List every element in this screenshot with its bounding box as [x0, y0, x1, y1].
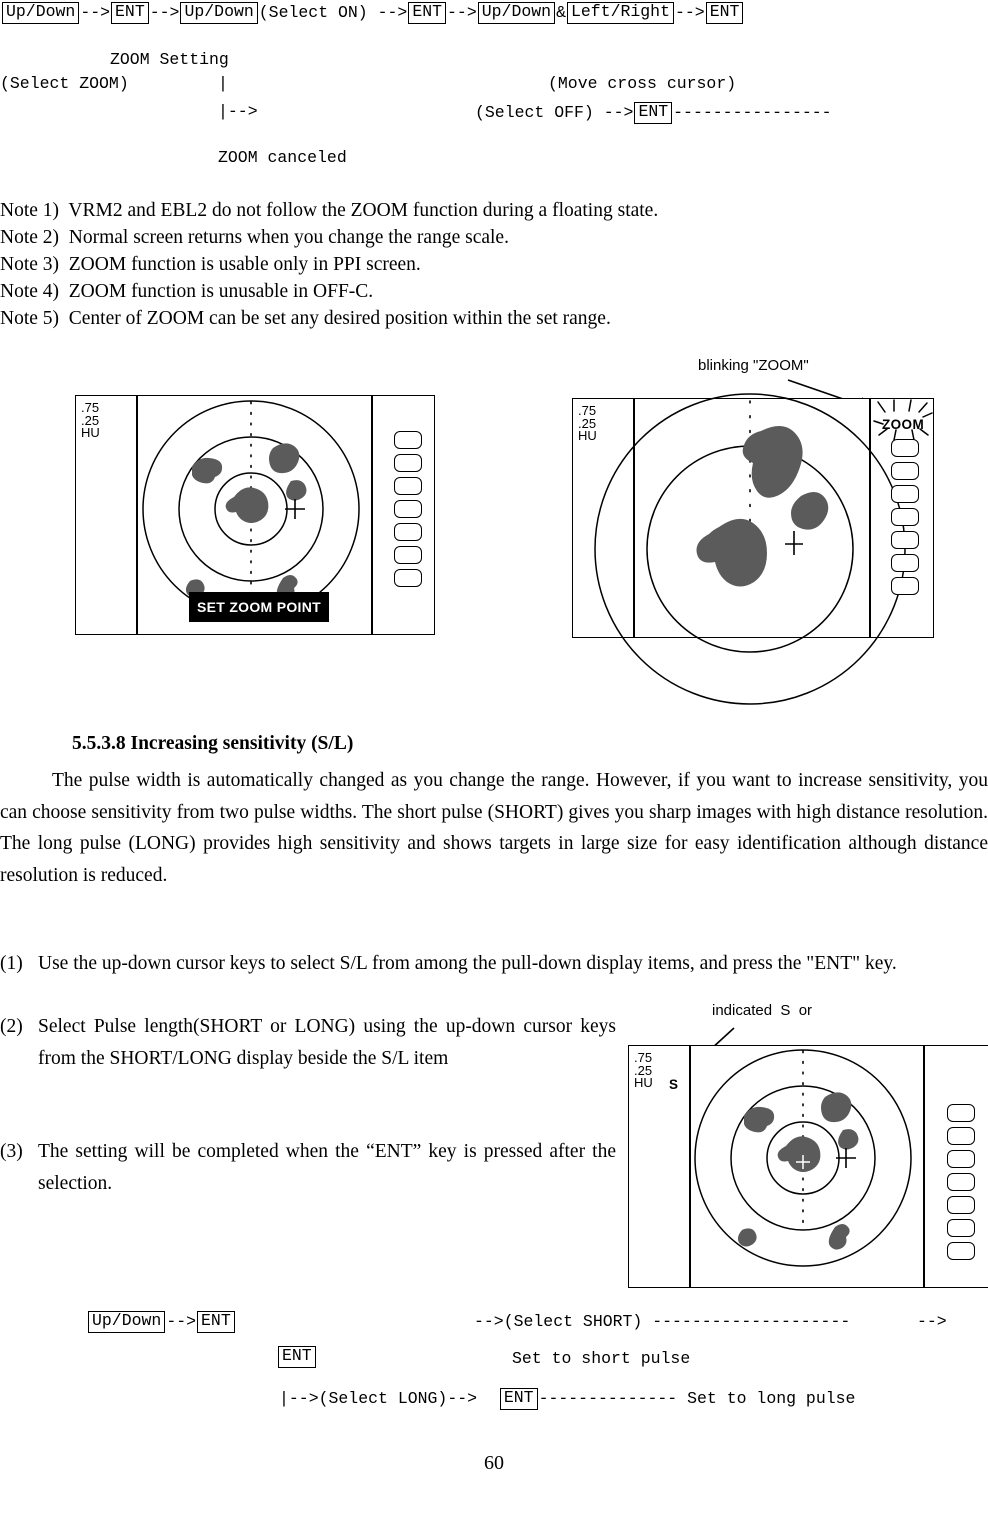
- key-up-down-2[interactable]: Up/Down: [180, 2, 258, 24]
- softkey[interactable]: [394, 546, 422, 564]
- note-line: Note 2) Normal screen returns when you c…: [0, 227, 509, 248]
- key-up-down-3[interactable]: Up/Down: [477, 2, 556, 24]
- select-zoom-label: (Select ZOOM): [0, 74, 129, 93]
- select-short-tail-arrow: -->: [917, 1312, 947, 1331]
- softkey[interactable]: [891, 439, 919, 457]
- page-number: 60: [484, 1452, 504, 1474]
- softkey[interactable]: [394, 454, 422, 472]
- top-flow-row-1: Up/Down --> ENT --> Up/Down (Select ON) --> E…: [2, 2, 744, 24]
- flow-label-select-on: (Select ON) -->: [258, 2, 408, 22]
- blinking-zoom-callout: blinking "ZOOM": [698, 357, 809, 374]
- section-heading: 5.5.3.8 Increasing sensitivity (S/L): [72, 733, 354, 754]
- flow-arrow-2: -->: [149, 2, 180, 22]
- flow-pipe-1: |: [218, 74, 228, 93]
- key-ent-4[interactable]: ENT: [634, 102, 673, 124]
- zoom-setting-label: ZOOM Setting: [110, 50, 229, 69]
- key-ent-bottom-1[interactable]: ENT: [197, 1311, 235, 1333]
- key-ent-bottom-2[interactable]: ENT: [278, 1346, 316, 1368]
- select-off-row: (Select OFF) --> ENT ----------------: [474, 102, 833, 124]
- indicated-sl-callout: indicated S or: [712, 1002, 813, 1019]
- range-label: .75 .25 HU: [81, 400, 100, 440]
- move-cross-cursor-label: (Move cross cursor): [548, 74, 737, 93]
- flow-arrow-1: -->: [80, 2, 111, 22]
- list-item-text: Use the up-down cursor keys to select S/…: [38, 953, 897, 974]
- list-item-label: (1): [0, 953, 23, 974]
- list-item-label: (3): [0, 1141, 23, 1162]
- notes-block: Note 1) VRM2 and EBL2 do not follow the …: [0, 197, 658, 332]
- note-line: Note 4) ZOOM function is unusable in OFF…: [0, 281, 374, 302]
- bottom-flow-row-2: ENT: [278, 1346, 316, 1368]
- radar-display-sl: .75 .25 HU S: [628, 1045, 988, 1288]
- key-ent-bottom-3[interactable]: ENT: [499, 1388, 538, 1410]
- softkey[interactable]: [394, 477, 422, 495]
- note-line: Note 5) Center of ZOOM can be set any de…: [0, 308, 611, 329]
- key-ent-2[interactable]: ENT: [408, 2, 447, 24]
- key-up-down-bottom[interactable]: Up/Down: [88, 1311, 166, 1333]
- key-ent-1[interactable]: ENT: [111, 2, 149, 24]
- select-short-line: -->(Select SHORT) --------------------: [474, 1312, 851, 1331]
- set-short-pulse-label: Set to short pulse: [512, 1349, 691, 1368]
- softkey[interactable]: [394, 523, 422, 541]
- softkey[interactable]: [394, 431, 422, 449]
- softkey[interactable]: [394, 500, 422, 518]
- select-off-label: (Select OFF) -->: [475, 102, 634, 122]
- section-paragraph: The pulse width is automatically changed…: [0, 770, 988, 886]
- softkey-column-zoom: [891, 439, 919, 595]
- list-item-text: Select Pulse length(SHORT or LONG) using…: [38, 1016, 616, 1069]
- softkey[interactable]: [891, 462, 919, 480]
- radar-display-zoom: .75 .25 HU ZOOM: [572, 393, 934, 705]
- list-item-text: The setting will be completed when the “…: [38, 1141, 616, 1194]
- key-ent-3[interactable]: ENT: [705, 2, 744, 24]
- softkey[interactable]: [891, 554, 919, 572]
- softkey[interactable]: [394, 569, 422, 587]
- radar-scope-zoom: [594, 393, 906, 705]
- softkey[interactable]: [947, 1242, 975, 1260]
- radar-scope-sl: [694, 1049, 912, 1267]
- radar-right-divider: [371, 396, 373, 634]
- flow-spacer: [478, 1391, 500, 1408]
- note-line: Note 3) ZOOM function is usable only in …: [0, 254, 421, 275]
- flow-arrow-4: -->: [675, 2, 705, 22]
- softkey[interactable]: [947, 1219, 975, 1237]
- radar-display-left: .75 .25 HU SET ZOOM POINT: [75, 395, 435, 635]
- note-line: Note 1) VRM2 and EBL2 do not follow the …: [0, 200, 659, 221]
- range-label: .75 .25 HU: [578, 403, 597, 443]
- flow-arrow-3: -->: [447, 2, 477, 22]
- select-off-dashes: ----------------: [673, 102, 832, 122]
- flow-ampersand: &: [556, 2, 566, 22]
- softkey[interactable]: [947, 1150, 975, 1168]
- softkey[interactable]: [947, 1127, 975, 1145]
- select-long-branch: |-->(Select LONG)-->: [279, 1388, 478, 1408]
- bottom-flow-row-1: Up/Down --> ENT: [88, 1311, 235, 1333]
- key-up-down-1[interactable]: Up/Down: [2, 2, 80, 24]
- radar-right-divider: [923, 1046, 925, 1287]
- softkey[interactable]: [947, 1196, 975, 1214]
- softkey-column-left: [394, 431, 422, 587]
- softkey[interactable]: [891, 577, 919, 595]
- list-item-label: (2): [0, 1016, 23, 1037]
- pulse-length-indicator: S: [669, 1077, 679, 1092]
- softkey[interactable]: [891, 508, 919, 526]
- flow-branch-1: |-->: [218, 102, 258, 121]
- softkey[interactable]: [891, 485, 919, 503]
- list-item-2: (2) Select Pulse length(SHORT or LONG) u…: [0, 1011, 616, 1074]
- zoom-canceled-label: ZOOM canceled: [218, 148, 347, 167]
- flow-arrow-bottom-1: -->: [166, 1311, 197, 1331]
- softkey[interactable]: [947, 1104, 975, 1122]
- softkey[interactable]: [947, 1173, 975, 1191]
- softkey-column-sl: [947, 1104, 975, 1260]
- set-zoom-point-banner: SET ZOOM POINT: [189, 592, 329, 622]
- bottom-flow-row-3: |-->(Select LONG)--> ENT -------------- S…: [278, 1388, 856, 1410]
- list-item-3: (3) The setting will be completed when t…: [0, 1136, 616, 1199]
- set-long-pulse-label: -------------- Set to long pulse: [538, 1388, 856, 1408]
- list-item-1: (1) Use the up-down cursor keys to selec…: [0, 948, 988, 980]
- softkey[interactable]: [891, 531, 919, 549]
- key-left-right[interactable]: Left/Right: [566, 2, 674, 24]
- range-label: .75 .25 HU: [634, 1050, 653, 1090]
